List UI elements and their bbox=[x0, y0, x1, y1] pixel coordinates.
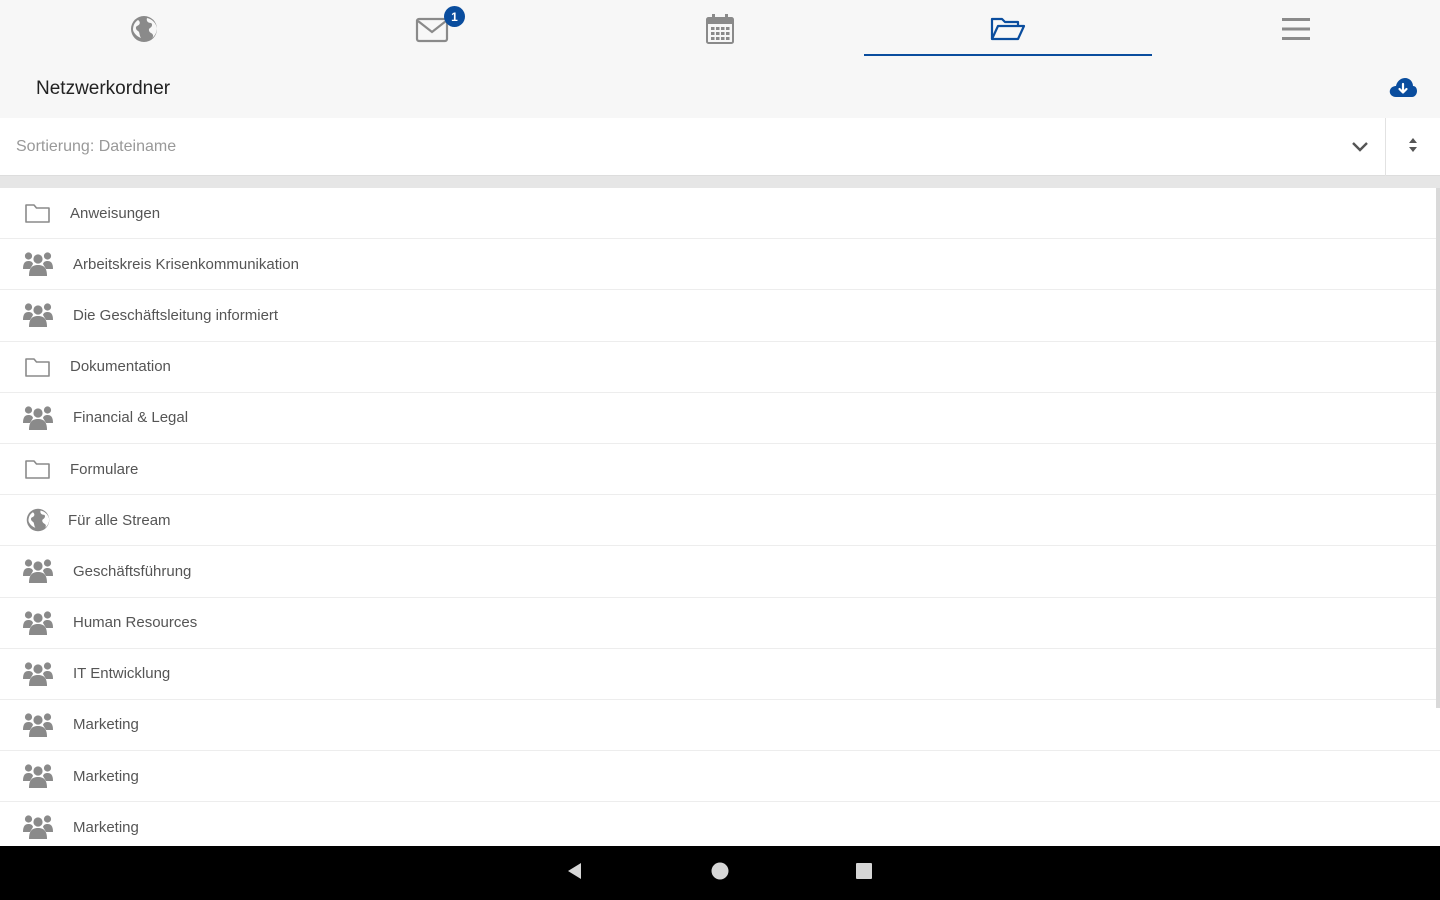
calendar-icon bbox=[705, 13, 735, 45]
sort-dropdown[interactable]: Sortierung: Dateiname bbox=[0, 118, 1386, 176]
list-divider bbox=[0, 176, 1440, 188]
list-item-label: Marketing bbox=[73, 716, 139, 734]
globe-icon bbox=[129, 14, 159, 44]
group-icon bbox=[22, 609, 54, 637]
tab-menu[interactable] bbox=[1152, 0, 1440, 58]
list-item-label: Für alle Stream bbox=[68, 511, 171, 529]
tab-files[interactable] bbox=[864, 0, 1152, 58]
tab-world[interactable] bbox=[0, 0, 288, 58]
folder-open-icon bbox=[990, 15, 1026, 43]
group-icon bbox=[22, 813, 54, 841]
group-icon bbox=[22, 301, 54, 329]
group-icon bbox=[22, 711, 54, 739]
sort-label: Sortierung: Dateiname bbox=[16, 138, 177, 155]
back-icon bbox=[565, 861, 585, 886]
list-item-label: Dokumentation bbox=[70, 358, 171, 376]
chevron-down-icon bbox=[1351, 136, 1369, 161]
file-list: Anweisungen Arbeitskreis Krisenkommunikat… bbox=[0, 188, 1440, 846]
group-icon bbox=[22, 250, 54, 278]
top-navigation: 1 bbox=[0, 0, 1440, 62]
unread-badge: 1 bbox=[444, 6, 465, 27]
list-item[interactable]: Marketing bbox=[0, 802, 1440, 846]
recents-icon bbox=[854, 861, 874, 886]
list-item-label: Arbeitskreis Krisenkommunikation bbox=[73, 255, 299, 273]
list-item[interactable]: Human Resources bbox=[0, 598, 1440, 649]
list-item-label: Marketing bbox=[73, 767, 139, 785]
list-item-label: Human Resources bbox=[73, 614, 198, 632]
list-item[interactable]: Für alle Stream bbox=[0, 495, 1440, 547]
group-icon bbox=[22, 762, 54, 790]
folder-icon bbox=[22, 353, 54, 381]
list-item-label: Die Geschäftsleitung informiert bbox=[73, 306, 279, 324]
group-icon bbox=[22, 404, 54, 432]
sort-icon bbox=[1407, 136, 1419, 159]
list-item-label: Geschäftsführung bbox=[73, 562, 192, 580]
list-item[interactable]: IT Entwicklung bbox=[0, 649, 1440, 700]
list-item-label: Marketing bbox=[73, 818, 139, 836]
folder-icon bbox=[22, 455, 54, 483]
list-item[interactable]: Formulare bbox=[0, 444, 1440, 496]
back-button[interactable] bbox=[559, 857, 591, 889]
cloud-download-icon bbox=[1388, 75, 1418, 104]
list-item-label: Financial & Legal bbox=[73, 409, 189, 427]
list-item[interactable]: Marketing bbox=[0, 751, 1440, 803]
list-item-label: IT Entwicklung bbox=[73, 665, 171, 683]
system-navigation-bar bbox=[0, 846, 1440, 900]
recents-button[interactable] bbox=[848, 857, 880, 889]
folder-icon bbox=[22, 199, 54, 227]
group-icon bbox=[22, 557, 54, 585]
list-item[interactable]: Marketing bbox=[0, 700, 1440, 752]
list-item[interactable]: Anweisungen bbox=[0, 188, 1440, 240]
list-item[interactable]: Dokumentation bbox=[0, 342, 1440, 393]
tab-calendar[interactable] bbox=[576, 0, 864, 58]
home-icon bbox=[710, 861, 730, 886]
list-item[interactable]: Geschäftsführung bbox=[0, 546, 1440, 598]
tab-mail[interactable]: 1 bbox=[288, 0, 576, 58]
list-item[interactable]: Die Geschäftsleitung informiert bbox=[0, 290, 1440, 342]
list-item[interactable]: Financial & Legal bbox=[0, 393, 1440, 444]
group-icon bbox=[22, 660, 54, 688]
page-title: Netzwerkordner bbox=[36, 78, 171, 99]
globe-icon bbox=[22, 506, 54, 534]
page-header: Netzwerkordner bbox=[0, 62, 1440, 118]
list-item[interactable]: Arbeitskreis Krisenkommunikation bbox=[0, 239, 1440, 291]
list-item-label: Anweisungen bbox=[70, 204, 161, 222]
menu-icon bbox=[1281, 16, 1311, 42]
sort-bar: Sortierung: Dateiname bbox=[0, 118, 1440, 176]
scrollbar[interactable] bbox=[1436, 188, 1440, 708]
sort-order-button[interactable] bbox=[1386, 118, 1440, 176]
home-button[interactable] bbox=[704, 857, 736, 889]
list-item-label: Formulare bbox=[70, 460, 139, 478]
cloud-download-button[interactable] bbox=[1386, 72, 1420, 106]
